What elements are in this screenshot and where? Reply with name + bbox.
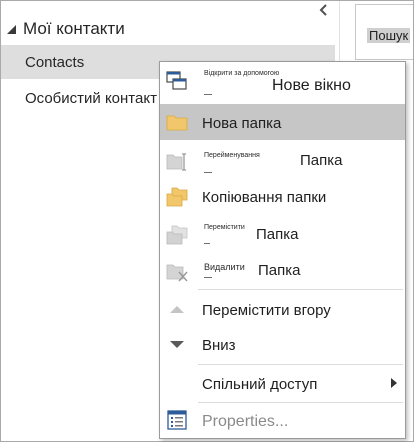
menu-item-caption: Перемістити bbox=[204, 224, 245, 231]
expand-caret-icon[interactable] bbox=[5, 23, 17, 35]
menu-item-label: Спільний доступ bbox=[202, 376, 318, 393]
menu-item-move-folder[interactable]: Перемістити Папка bbox=[160, 216, 405, 252]
menu-item-label: Копіювання папки bbox=[202, 189, 327, 206]
move-folder-icon bbox=[166, 225, 188, 245]
access-key-underline bbox=[204, 243, 210, 244]
delete-folder-icon bbox=[166, 264, 188, 282]
new-window-icon bbox=[166, 71, 187, 90]
menu-item-label: Папка bbox=[256, 226, 299, 243]
move-up-arrow-icon bbox=[170, 306, 184, 313]
group-title: Мої контакти bbox=[23, 19, 125, 38]
folder-context-menu: Відкрити за допомогою Нове вікно Нова па… bbox=[159, 61, 406, 439]
menu-item-label: Перемістити вгору bbox=[202, 302, 331, 319]
menu-item-label: Папка bbox=[258, 262, 301, 279]
access-key-underline bbox=[204, 94, 212, 95]
menu-item-label: Properties... bbox=[202, 413, 289, 430]
collapse-pane-icon[interactable] bbox=[317, 3, 331, 17]
menu-separator bbox=[198, 364, 403, 365]
submenu-arrow-icon bbox=[391, 378, 397, 388]
menu-item-label: Папка bbox=[300, 152, 343, 169]
menu-item-move-down[interactable]: Вниз bbox=[160, 328, 405, 364]
rename-folder-icon bbox=[166, 153, 186, 171]
menu-item-label: Вниз bbox=[202, 337, 236, 354]
menu-separator bbox=[198, 289, 403, 290]
menu-item-caption: Видалити bbox=[204, 262, 245, 272]
menu-item-caption: Відкрити за допомогою bbox=[204, 70, 280, 77]
folder-item-label: Contacts bbox=[25, 53, 85, 71]
access-key-underline bbox=[204, 172, 212, 173]
access-key-underline bbox=[204, 277, 212, 278]
search-input-text[interactable]: Пошук bbox=[367, 28, 411, 43]
menu-item-copy-folder[interactable]: Копіювання папки bbox=[160, 180, 405, 216]
menu-item-sharing[interactable]: Спільний доступ bbox=[160, 366, 405, 402]
move-down-arrow-icon bbox=[170, 341, 184, 348]
new-folder-icon bbox=[166, 115, 188, 131]
menu-item-label: Нове вікно bbox=[272, 77, 351, 94]
menu-item-label: Нова папка bbox=[202, 115, 282, 132]
copy-folder-icon bbox=[166, 187, 188, 207]
properties-icon bbox=[167, 410, 187, 430]
menu-item-rename-folder[interactable]: Перейменування Папка bbox=[160, 142, 405, 178]
menu-item-open-new-window[interactable]: Відкрити за допомогою Нове вікно bbox=[160, 64, 405, 100]
menu-item-caption: Перейменування bbox=[204, 152, 260, 159]
menu-separator bbox=[198, 402, 403, 403]
menu-item-properties[interactable]: Properties... bbox=[160, 404, 405, 440]
menu-item-move-up[interactable]: Перемістити вгору bbox=[160, 292, 405, 328]
folder-item-label: Особистий контакт bbox=[25, 89, 157, 107]
my-contacts-group-header[interactable]: Мої контакти bbox=[5, 17, 125, 41]
menu-item-new-folder[interactable]: Нова папка bbox=[160, 104, 405, 140]
search-box[interactable]: Пошук bbox=[355, 4, 413, 60]
menu-item-delete-folder[interactable]: Видалити Папка bbox=[160, 252, 405, 288]
